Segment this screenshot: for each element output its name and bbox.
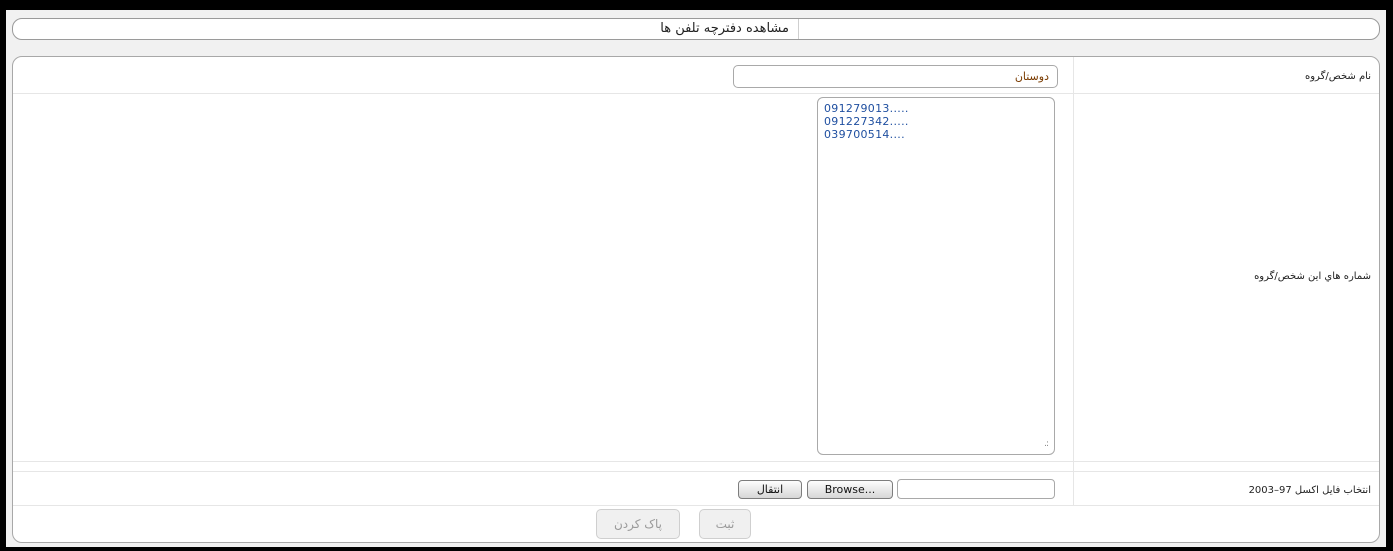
excel-file-label: 2003–97 انتخاب فايل اكسل bbox=[1248, 485, 1371, 496]
row-divider bbox=[13, 505, 1379, 506]
row-divider bbox=[13, 471, 1379, 472]
file-path-field[interactable] bbox=[897, 479, 1055, 499]
page-title: مشاهده دفترچه تلفن ها bbox=[660, 21, 789, 36]
numbers-label: شماره هاي اين شخص/گروه bbox=[1254, 271, 1371, 282]
phone-number: 039700514.... bbox=[824, 128, 905, 141]
transfer-button[interactable]: انتقال bbox=[738, 480, 802, 499]
dialog-frame: مشاهده دفترچه تلفن ها نام شخص/گروه شماره… bbox=[6, 10, 1386, 547]
title-bar: مشاهده دفترچه تلفن ها bbox=[12, 18, 1380, 40]
browse-button[interactable]: Browse... bbox=[807, 480, 893, 499]
column-divider bbox=[1073, 57, 1074, 505]
name-input[interactable] bbox=[733, 65, 1058, 88]
title-separator bbox=[798, 19, 799, 39]
resize-grip-icon[interactable]: .: bbox=[1044, 439, 1049, 449]
row-divider bbox=[13, 461, 1379, 462]
phone-number: 091227342..... bbox=[824, 115, 909, 128]
submit-button[interactable]: ثبت bbox=[699, 509, 751, 539]
form-panel: نام شخص/گروه شماره هاي اين شخص/گروه 0912… bbox=[12, 56, 1380, 543]
name-label: نام شخص/گروه bbox=[1304, 71, 1371, 82]
clear-button[interactable]: پاک کردن bbox=[596, 509, 680, 539]
row-divider bbox=[13, 93, 1379, 94]
numbers-textarea[interactable]: 091279013..... 091227342..... 039700514.… bbox=[817, 97, 1055, 455]
phone-number: 091279013..... bbox=[824, 102, 909, 115]
